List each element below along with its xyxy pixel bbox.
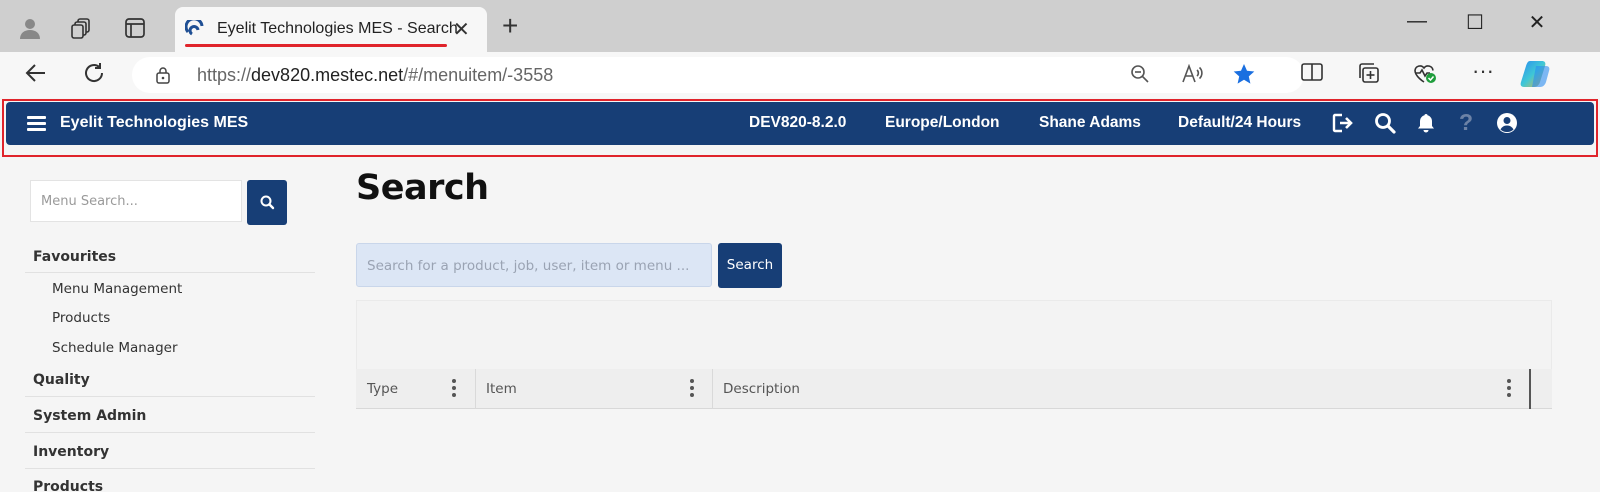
sidebar-section-quality[interactable]: Quality [33,372,90,388]
column-separator[interactable] [712,369,713,409]
url-text: https://dev820.mestec.net/#/menuitem/-35… [197,65,554,85]
sidebar-divider [25,468,315,469]
copilot-icon[interactable] [1520,58,1554,96]
column-separator[interactable] [1529,369,1531,409]
read-aloud-icon[interactable] [1182,63,1204,89]
back-icon[interactable] [25,62,47,90]
column-header-item[interactable]: Item [486,381,517,397]
user-name[interactable]: Shane Adams [1039,114,1141,132]
close-window-icon[interactable]: ✕ [1522,10,1552,35]
sidebar-item-schedule-manager[interactable]: Schedule Manager [52,340,178,356]
app-frame: Eyelit Technologies MES DEV820-8.2.0 Eur… [0,98,1600,492]
search-icon[interactable] [1374,112,1396,134]
sidebar-section-favourites[interactable]: Favourites [33,249,116,265]
app-navbar: Eyelit Technologies MES DEV820-8.2.0 Eur… [6,102,1594,145]
sidebar-item-menu-management[interactable]: Menu Management [52,281,182,297]
zoom-out-icon[interactable] [1130,64,1150,89]
sidebar-section-products[interactable]: Products [33,479,103,492]
close-tab-icon[interactable]: ✕ [453,17,470,42]
menu-search-input[interactable]: Menu Search... [30,180,242,222]
more-options-icon[interactable]: ··· [1472,58,1494,84]
column-header-description[interactable]: Description [723,381,800,397]
eyelit-favicon-icon [185,20,204,36]
tab-underline [185,44,447,47]
lock-icon[interactable] [156,66,170,84]
tab-actions-icon[interactable] [119,12,151,44]
sidebar-item-products[interactable]: Products [52,310,110,326]
version-label: DEV820-8.2.0 [749,114,847,131]
results-grid-toolbar [356,300,1552,370]
new-tab-icon[interactable]: + [502,12,518,40]
help-icon[interactable]: ? [1459,109,1475,135]
column-menu-icon[interactable] [690,379,694,397]
column-menu-icon[interactable] [452,379,456,397]
url-field[interactable]: https://dev820.mestec.net/#/menuitem/-35… [132,57,1304,93]
brand-title[interactable]: Eyelit Technologies MES [60,114,248,132]
shift-label[interactable]: Default/24 Hours [1178,114,1301,132]
tab-title: Eyelit Technologies MES - Search [217,20,458,37]
maximize-icon[interactable]: ☐ [1460,10,1490,35]
search-icon [260,195,275,210]
column-separator[interactable] [475,369,476,409]
browser-tab-bar: Eyelit Technologies MES - Search ✕ + — ☐… [0,0,1600,52]
browser-address-bar: https://dev820.mestec.net/#/menuitem/-35… [0,52,1600,98]
workspaces-icon[interactable] [66,12,98,44]
column-header-type[interactable]: Type [367,381,398,397]
user-circle-icon[interactable] [1496,112,1518,134]
sidebar-divider [25,396,315,397]
sidebar-divider [25,432,315,433]
favorite-star-icon[interactable] [1232,62,1256,91]
profile-icon[interactable] [14,12,46,44]
minimize-icon[interactable]: — [1402,10,1432,33]
bell-icon[interactable] [1415,112,1437,134]
page-title: Search [356,168,489,208]
results-grid-header: Type Item Description [356,369,1552,409]
logout-icon[interactable] [1331,112,1353,134]
reload-icon[interactable] [83,62,105,90]
browser-essentials-icon[interactable] [1412,62,1438,90]
active-tab[interactable]: Eyelit Technologies MES - Search ✕ [175,7,487,52]
sidebar-section-inventory[interactable]: Inventory [33,444,109,460]
sidebar-divider [25,272,315,273]
global-search-input[interactable]: Search for a product, job, user, item or… [356,243,712,287]
timezone-label[interactable]: Europe/London [885,114,1000,132]
menu-search-button[interactable] [247,180,287,225]
hamburger-menu-icon[interactable] [27,116,46,131]
column-menu-icon[interactable] [1507,379,1511,397]
sidebar-section-system-admin[interactable]: System Admin [33,408,146,424]
split-screen-icon[interactable] [1300,62,1324,88]
collections-icon[interactable] [1357,62,1381,90]
search-button[interactable]: Search [718,243,782,288]
